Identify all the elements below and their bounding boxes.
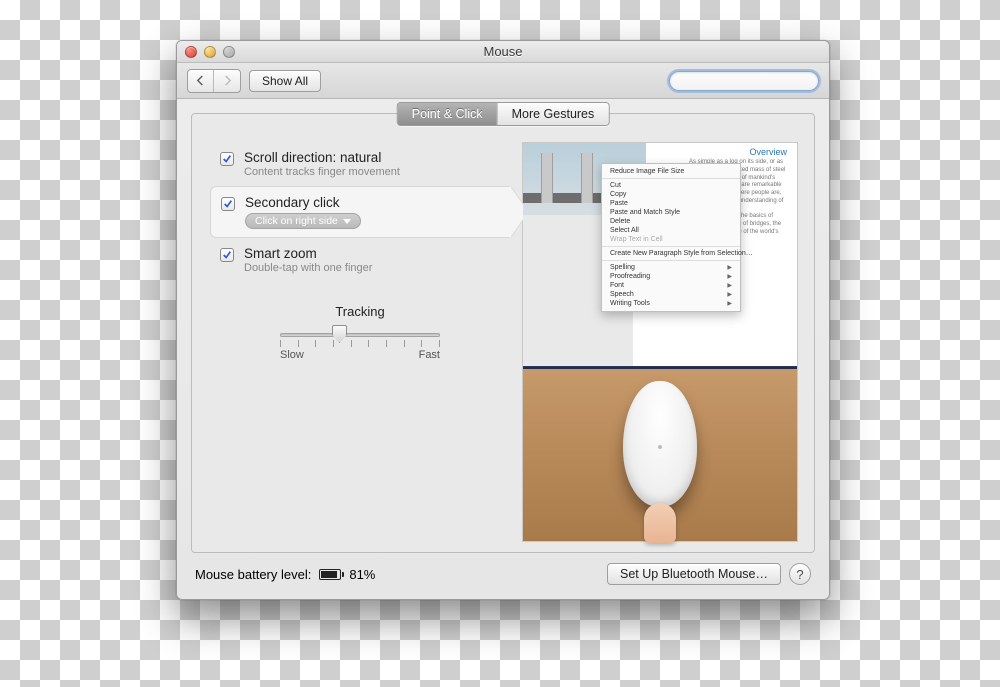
context-menu-item[interactable]: Writing Tools▶	[602, 299, 740, 308]
context-menu-item[interactable]: Cut	[602, 181, 740, 190]
context-menu-item[interactable]: Paste	[602, 199, 740, 208]
chevron-down-icon	[343, 219, 351, 224]
nav-segment	[187, 69, 241, 93]
option-text: Smart zoom Double-tap with one finger	[244, 246, 372, 274]
chevron-left-icon	[196, 75, 205, 86]
battery-value: 81%	[349, 567, 375, 582]
help-button[interactable]: ?	[789, 563, 811, 585]
slider-fast-label: Fast	[419, 349, 440, 361]
toolbar: Show All	[177, 63, 829, 99]
titlebar: Mouse	[177, 41, 829, 63]
checkbox-scroll[interactable]	[220, 152, 234, 166]
options-column: Scroll direction: natural Content tracks…	[210, 142, 510, 542]
chevron-right-icon: ▶	[727, 300, 732, 307]
search-input[interactable]	[669, 71, 819, 91]
context-menu-item[interactable]: Copy	[602, 190, 740, 199]
slider-slow-label: Slow	[280, 349, 304, 361]
chevron-right-icon	[223, 75, 232, 86]
forward-button[interactable]	[214, 70, 240, 92]
slider-knob[interactable]	[332, 325, 347, 343]
chevron-right-icon: ▶	[727, 282, 732, 289]
tracking-slider[interactable]	[280, 325, 440, 343]
context-menu-item[interactable]: Font▶	[602, 281, 740, 290]
context-menu-item[interactable]: Select All	[602, 226, 740, 235]
tracking-section: Tracking Slow Fast	[210, 304, 510, 361]
preferences-window: Mouse Show All Point & Click More Gestur…	[176, 40, 830, 600]
option-subtitle: Content tracks finger movement	[244, 166, 400, 178]
show-all-button[interactable]: Show All	[249, 70, 321, 92]
option-text: Secondary click Click on right side	[245, 195, 361, 229]
slider-ticks	[280, 340, 440, 347]
preview-screen: Overview As simple as a log on its side,…	[523, 143, 797, 366]
check-icon	[222, 250, 232, 260]
checkbox-secondary[interactable]	[221, 197, 235, 211]
context-menu-item[interactable]: Proofreading▶	[602, 272, 740, 281]
tab-bar: Point & Click More Gestures	[397, 102, 610, 126]
finger-icon	[644, 503, 676, 543]
context-menu-item[interactable]: Spelling▶	[602, 263, 740, 272]
tab-more-gestures[interactable]: More Gestures	[498, 103, 609, 125]
preview-heading: Overview	[749, 147, 787, 157]
battery-icon	[319, 569, 341, 580]
check-icon	[223, 199, 233, 209]
context-menu-item[interactable]: Speech▶	[602, 290, 740, 299]
mouse-icon	[623, 381, 697, 507]
check-icon	[222, 154, 232, 164]
preview-desk	[523, 366, 797, 541]
context-menu-item[interactable]: Wrap Text in Cell	[602, 235, 740, 244]
back-button[interactable]	[188, 70, 214, 92]
battery-label: Mouse battery level:	[195, 567, 311, 582]
context-menu-item[interactable]: Delete	[602, 217, 740, 226]
settings-pane: Point & Click More Gestures Scroll direc…	[191, 113, 815, 553]
checkbox-smartzoom[interactable]	[220, 248, 234, 262]
option-scroll-direction[interactable]: Scroll direction: natural Content tracks…	[210, 142, 510, 186]
content: Point & Click More Gestures Scroll direc…	[177, 99, 829, 599]
context-menu-item[interactable]: Reduce Image File Size	[602, 167, 740, 176]
option-title: Smart zoom	[244, 246, 372, 261]
window-title: Mouse	[177, 44, 829, 59]
chevron-right-icon: ▶	[727, 273, 732, 280]
context-menu-item[interactable]: Create New Paragraph Style from Selectio…	[602, 249, 740, 258]
slider-ends: Slow Fast	[280, 349, 440, 361]
tracking-label: Tracking	[210, 304, 510, 319]
search-wrap	[669, 71, 819, 91]
option-text: Scroll direction: natural Content tracks…	[244, 150, 400, 178]
option-title: Scroll direction: natural	[244, 150, 400, 165]
setup-bluetooth-button[interactable]: Set Up Bluetooth Mouse…	[607, 563, 781, 585]
secondary-click-dropdown[interactable]: Click on right side	[245, 213, 361, 229]
option-secondary-click[interactable]: Secondary click Click on right side	[210, 186, 510, 238]
dropdown-label: Click on right side	[255, 215, 338, 227]
tab-point-and-click[interactable]: Point & Click	[398, 103, 498, 125]
context-menu-item[interactable]: Paste and Match Style	[602, 208, 740, 217]
chevron-right-icon: ▶	[727, 264, 732, 271]
option-subtitle: Double-tap with one finger	[244, 262, 372, 274]
slider-track	[280, 333, 440, 337]
gesture-preview: Overview As simple as a log on its side,…	[522, 142, 798, 542]
option-title: Secondary click	[245, 195, 361, 210]
pane-body: Scroll direction: natural Content tracks…	[192, 114, 814, 552]
context-menu: Reduce Image File Size CutCopyPastePaste …	[601, 163, 741, 312]
footer: Mouse battery level: 81% Set Up Bluetoot…	[191, 553, 815, 585]
chevron-right-icon: ▶	[727, 291, 732, 298]
option-smart-zoom[interactable]: Smart zoom Double-tap with one finger	[210, 238, 510, 282]
